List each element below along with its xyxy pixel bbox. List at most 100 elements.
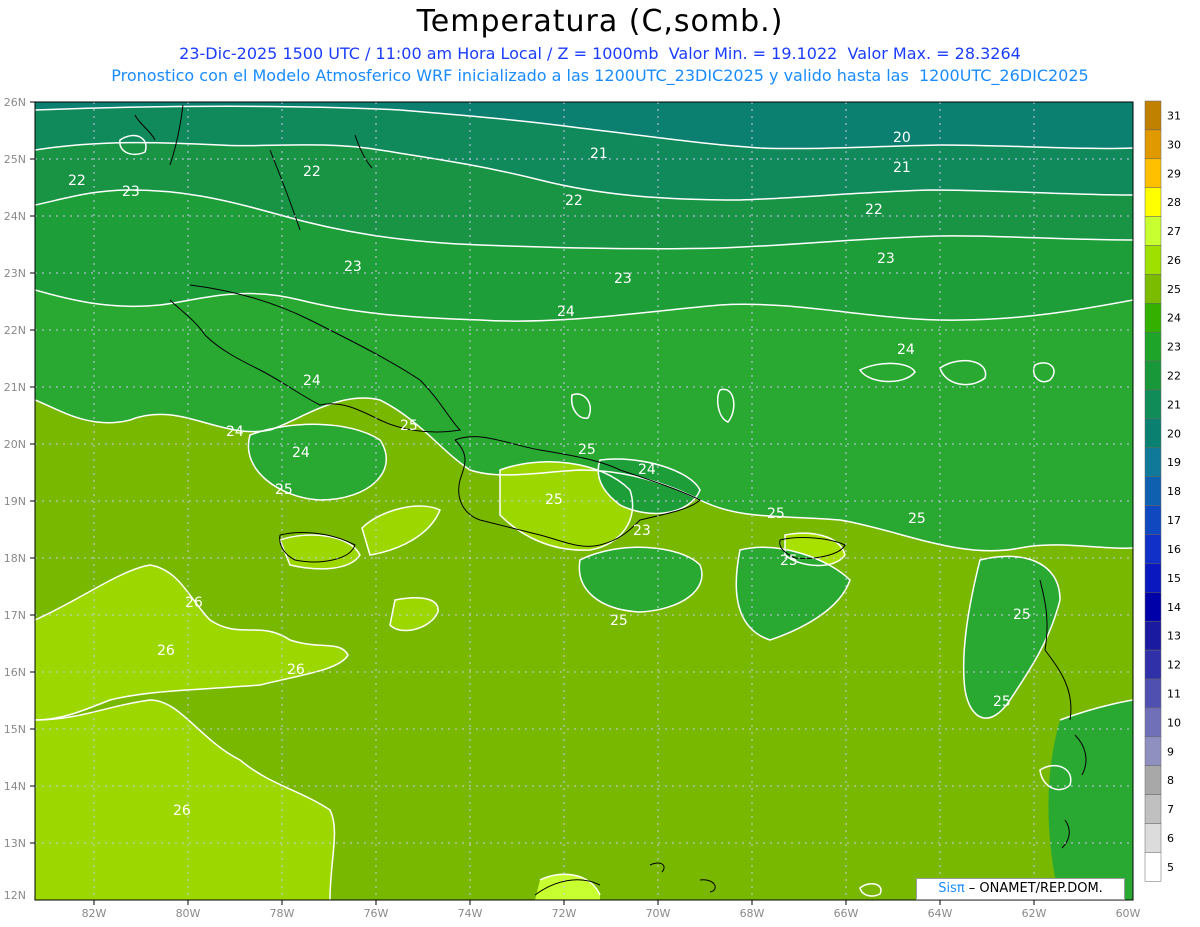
lon-label: 60W <box>1116 907 1141 920</box>
colorbar-swatch <box>1144 187 1162 217</box>
shaded-field <box>35 102 1133 900</box>
contour-label: 25 <box>993 694 1011 710</box>
contour-label: 23 <box>122 184 140 200</box>
contour-label: 22 <box>865 202 883 218</box>
temperature-map: 20 21 21 22 22 22 23 23 23 23 24 24 24 2… <box>4 96 1181 920</box>
colorbar-swatch <box>1144 158 1162 188</box>
colorbar-label: 16 <box>1167 543 1181 556</box>
colorbar-label: 19 <box>1167 456 1181 469</box>
credit-text: – ONAMET/REP.DOM. <box>964 881 1103 896</box>
colorbar-label: 18 <box>1167 485 1181 498</box>
colorbar-label: 10 <box>1167 716 1181 729</box>
colorbar-swatch <box>1144 100 1162 131</box>
colorbar-label: 8 <box>1167 774 1174 787</box>
colorbar-swatch <box>1144 447 1162 477</box>
colorbar-label: 22 <box>1167 370 1181 383</box>
colorbar-label: 12 <box>1167 659 1181 672</box>
colorbar-label: 26 <box>1167 254 1181 267</box>
lon-label: 72W <box>552 907 577 920</box>
contour-label: 25 <box>400 418 418 434</box>
colorbar-swatch <box>1144 303 1162 333</box>
colorbar-label: 14 <box>1167 601 1181 614</box>
color-scale-legend: 31 30 29 28 27 26 25 24 23 22 21 20 19 18 17 16 15 14 13 12… <box>1144 100 1181 882</box>
lat-ticks <box>30 101 35 844</box>
contour-label: 26 <box>185 595 203 611</box>
contour-label: 25 <box>908 511 926 527</box>
lat-label: 14N <box>4 780 26 793</box>
lon-label: 74W <box>458 907 483 920</box>
colorbar-label: 21 <box>1167 398 1181 411</box>
credit-logo: Sisπ <box>938 881 965 896</box>
colorbar-label: 24 <box>1167 312 1181 325</box>
lon-label: 62W <box>1022 907 1047 920</box>
colorbar-swatch <box>1144 129 1162 160</box>
lon-ticks <box>93 900 1035 905</box>
contour-label: 24 <box>292 445 310 461</box>
lon-label: 80W <box>176 907 201 920</box>
colorbar-swatch <box>1144 620 1162 651</box>
lon-label: 66W <box>834 907 859 920</box>
lat-label: 21N <box>4 381 26 394</box>
colorbar-swatch <box>1144 592 1162 622</box>
credit-box: Sisπ – ONAMET/REP.DOM. <box>916 878 1125 900</box>
latitude-axis: 26N 25N 24N 23N 22N 21N 20N 19N 18N 17N … <box>4 96 26 902</box>
colorbar-label: 31 <box>1167 110 1181 123</box>
contour-label: 25 <box>545 492 563 508</box>
colorbar-swatch <box>1144 476 1162 506</box>
colorbar-swatch <box>1144 245 1162 275</box>
contour-label: 24 <box>557 304 575 320</box>
contour-label: 24 <box>897 342 915 358</box>
contour-label: 26 <box>157 643 175 659</box>
lat-label: 20N <box>4 438 26 451</box>
colorbar-swatch <box>1144 505 1162 535</box>
colorbar-label: 6 <box>1167 832 1174 845</box>
colorbar-label: 27 <box>1167 225 1181 238</box>
colorbar-swatch <box>1144 389 1162 420</box>
contour-label: 23 <box>877 251 895 267</box>
colorbar-swatch <box>1144 794 1162 824</box>
lat-label: 24N <box>4 210 26 223</box>
contour-label: 25 <box>780 553 798 569</box>
colorbar-swatch <box>1144 852 1162 882</box>
contour-label: 20 <box>893 130 911 146</box>
colorbar-swatch <box>1144 765 1162 795</box>
colorbar-swatch <box>1144 823 1162 853</box>
contour-label: 25 <box>275 482 293 498</box>
contour-label: 25 <box>767 506 785 522</box>
lon-label: 78W <box>270 907 295 920</box>
colorbar-label: 29 <box>1167 167 1181 180</box>
lon-label: 76W <box>364 907 389 920</box>
colorbar-swatch <box>1144 331 1162 362</box>
colorbar-swatch <box>1144 274 1162 304</box>
lat-label: 16N <box>4 666 26 679</box>
lat-label: 25N <box>4 153 26 166</box>
contour-label: 25 <box>1013 607 1031 623</box>
contour-label: 24 <box>303 373 321 389</box>
contour-label: 23 <box>633 523 651 539</box>
band-24-east <box>1048 700 1133 900</box>
contour-label: 24 <box>226 424 244 440</box>
colorbar-swatch <box>1144 534 1162 564</box>
longitude-axis: 82W 80W 78W 76W 74W 72W 70W 68W 66W 64W … <box>82 907 1141 920</box>
colorbar-label: 13 <box>1167 630 1181 643</box>
contour-label: 22 <box>68 173 86 189</box>
colorbar-label: 7 <box>1167 803 1174 816</box>
contour-label: 22 <box>565 193 583 209</box>
colorbar-label: 25 <box>1167 283 1181 296</box>
contour-label: 24 <box>638 462 656 478</box>
contour-label: 26 <box>287 662 305 678</box>
colorbar-label: 11 <box>1167 688 1181 701</box>
colorbar-swatch <box>1144 707 1162 738</box>
colorbar-swatch <box>1144 649 1162 680</box>
colorbar-label: 28 <box>1167 196 1181 209</box>
contour-label: 25 <box>610 613 628 629</box>
colorbar-label: 20 <box>1167 427 1181 440</box>
colorbar-swatch <box>1144 736 1162 766</box>
lat-label: 22N <box>4 324 26 337</box>
colorbar-label: 17 <box>1167 514 1181 527</box>
colorbar-swatch <box>1144 418 1162 449</box>
contour-label: 23 <box>344 259 362 275</box>
contour-label: 22 <box>303 164 321 180</box>
lat-label: 13N <box>4 837 26 850</box>
lon-label: 64W <box>928 907 953 920</box>
